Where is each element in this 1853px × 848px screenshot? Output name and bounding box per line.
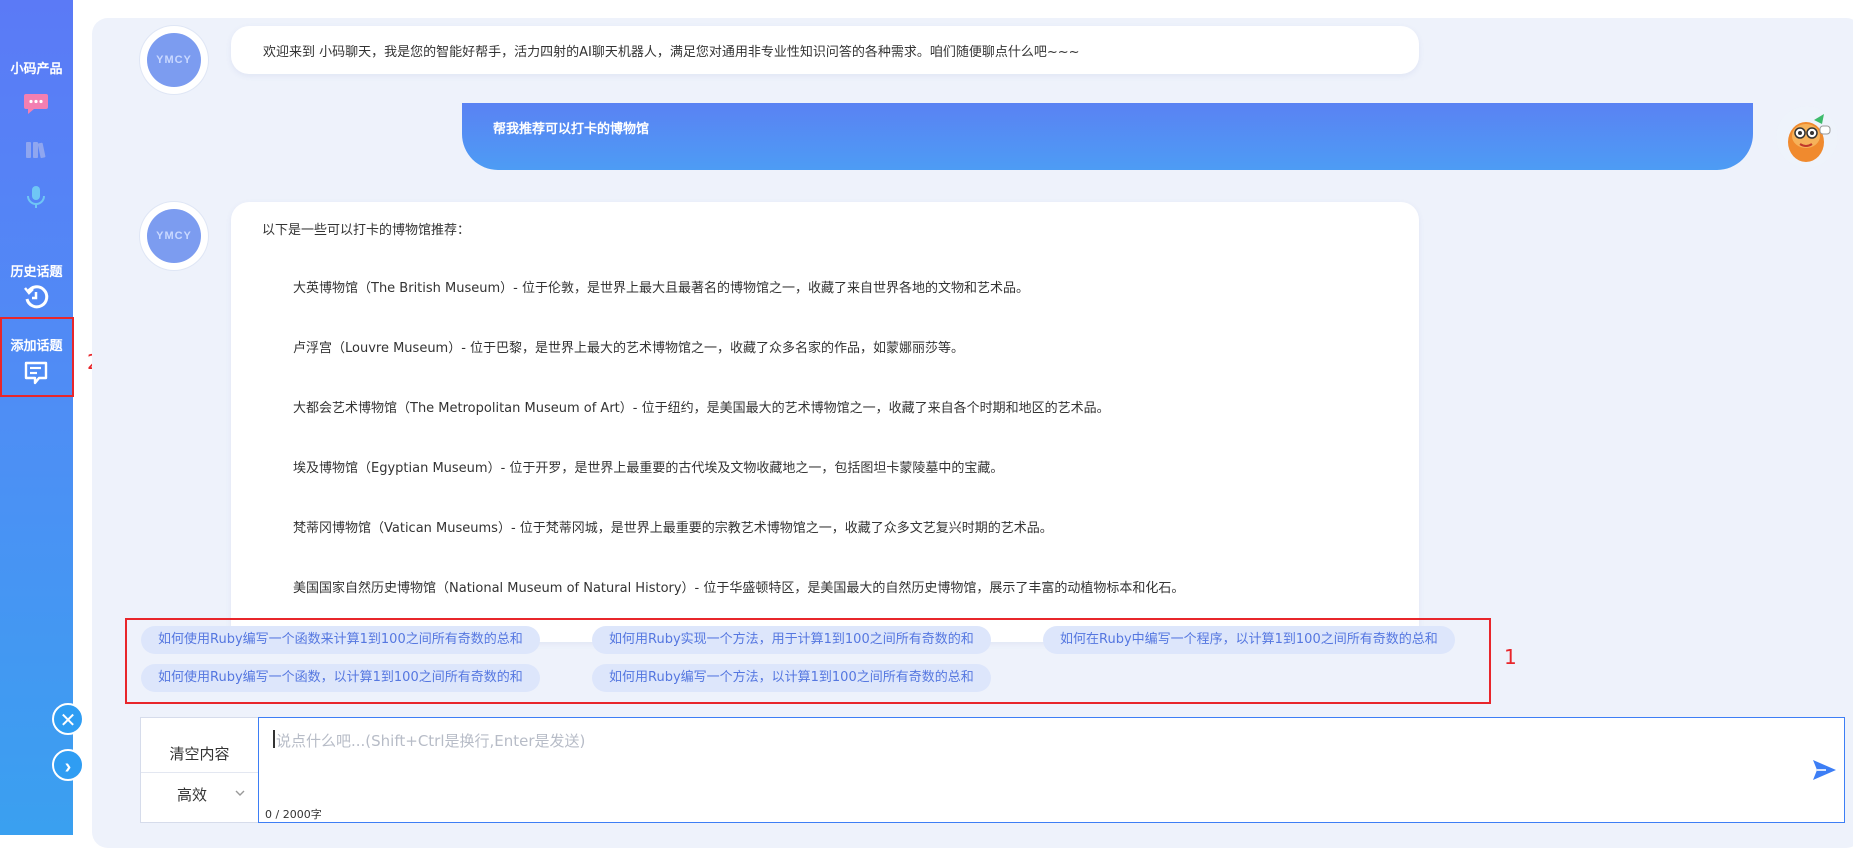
bot-avatar-logo-reply: YMCY [147,209,201,263]
send-arrow-icon[interactable] [1810,756,1838,784]
message-input-box[interactable]: 说点什么吧...(Shift+Ctrl是换行,Enter是发送) 0 / 200… [258,717,1845,823]
annotation-number-1: 1 [1504,645,1517,669]
history-clock-icon[interactable] [22,283,50,311]
chat-bubble-icon[interactable] [22,89,50,117]
museum-item: 梵蒂冈博物馆（Vatican Museums）- 位于梵蒂冈城，是世界上最重要的… [293,521,1053,536]
microphone-icon[interactable] [22,183,50,211]
history-topics-label: 历史话题 [10,265,63,280]
museum-item: 大都会艺术博物馆（The Metropolitan Museum of Art）… [293,401,1110,416]
bot-avatar: YMCY [140,26,208,94]
bot-avatar-reply: YMCY [140,202,208,270]
museum-item: 大英博物馆（The British Museum）- 位于伦敦，是世界上最大且最… [293,281,1029,296]
user-avatar [1776,106,1838,168]
mode-select-value: 高效 [177,786,208,804]
char-counter: 0 / 2000字 [265,808,322,821]
annotation-box-1 [125,618,1491,704]
chevron-down-icon [233,786,247,800]
chevron-right-icon[interactable]: › [52,749,84,781]
user-message-text: 帮我推荐可以打卡的博物馆 [493,122,650,137]
museum-item: 埃及博物馆（Egyptian Museum）- 位于开罗，是世界上最重要的古代埃… [293,461,1004,476]
products-section-label: 小码产品 [10,62,63,77]
museum-item: 美国国家自然历史博物馆（National Museum of Natural H… [293,581,1185,596]
annotation-box-2 [0,317,74,397]
welcome-bubble: 欢迎来到 小码聊天，我是您的智能好帮手，活力四射的AI聊天机器人，满足您对通用非… [231,26,1419,74]
clear-content-button[interactable]: 清空内容 [141,736,258,773]
reply-bubble: 以下是一些可以打卡的博物馆推荐： 大英博物馆（The British Museu… [231,202,1419,642]
mode-select[interactable]: 高效 [141,774,258,812]
welcome-text: 欢迎来到 小码聊天，我是您的智能好帮手，活力四射的AI聊天机器人，满足您对通用非… [263,45,1080,60]
close-icon[interactable]: ✕ [52,703,84,735]
input-controls: 清空内容 高效 [141,718,259,822]
user-message-bubble: 帮我推荐可以打卡的博物馆 [462,103,1753,170]
museum-item: 卢浮宫（Louvre Museum）- 位于巴黎，是世界上最大的艺术博物馆之一，… [293,341,965,356]
text-cursor [273,730,275,748]
message-input-placeholder[interactable]: 说点什么吧...(Shift+Ctrl是换行,Enter是发送) [276,730,585,751]
bot-avatar-logo: YMCY [147,33,201,87]
input-area: 清空内容 高效 说点什么吧...(Shift+Ctrl是换行,Enter是发送)… [140,717,1845,823]
library-books-icon[interactable] [22,136,50,164]
reply-intro: 以下是一些可以打卡的博物馆推荐： [262,223,471,238]
